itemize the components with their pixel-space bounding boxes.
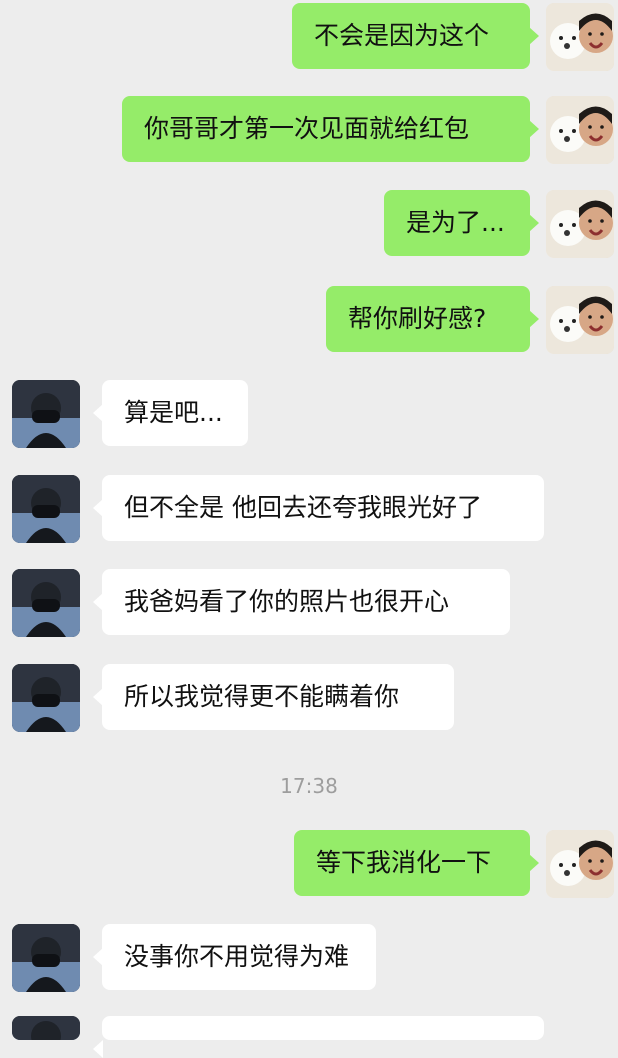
message-timestamp: 17:38 (280, 774, 338, 798)
received-message-bubble[interactable]: 但不全是 他回去还夸我眼光好了 (93, 475, 544, 541)
my-avatar[interactable] (546, 3, 614, 71)
message-row-received: 算是吧... (0, 380, 618, 448)
received-message-bubble[interactable]: 所以我觉得更不能瞒着你 (93, 664, 454, 730)
message-row-received: 我爸妈看了你的照片也很开心 (0, 569, 618, 637)
contact-avatar[interactable] (12, 924, 80, 992)
received-message-bubble[interactable]: 我爸妈看了你的照片也很开心 (93, 569, 510, 635)
contact-avatar[interactable] (12, 380, 80, 448)
dog-and-girl-selfie-icon (546, 3, 614, 71)
contact-avatar[interactable] (12, 1016, 80, 1040)
dog-and-girl-selfie-icon (546, 286, 614, 354)
message-row-sent: 不会是因为这个 (0, 3, 618, 71)
received-message-bubble[interactable]: 没事你不用觉得为难 (93, 924, 376, 990)
message-row-sent: 是为了... (0, 190, 618, 258)
sent-message-bubble[interactable]: 你哥哥才第一次见面就给红包 (122, 96, 539, 162)
message-row-received: 但不全是 他回去还夸我眼光好了 (0, 475, 618, 543)
message-row-sent: 帮你刷好感? (0, 286, 618, 354)
contact-avatar[interactable] (12, 569, 80, 637)
sent-message-bubble[interactable]: 帮你刷好感? (326, 286, 539, 352)
masked-person-icon (12, 380, 80, 448)
sent-message-bubble[interactable]: 不会是因为这个 (292, 3, 539, 69)
my-avatar[interactable] (546, 96, 614, 164)
received-message-bubble-partial[interactable] (93, 1016, 544, 1058)
message-row-sent: 你哥哥才第一次见面就给红包 (0, 96, 618, 164)
masked-person-icon (12, 1016, 80, 1040)
contact-avatar[interactable] (12, 664, 80, 732)
my-avatar[interactable] (546, 286, 614, 354)
message-row-received-partial (0, 1016, 618, 1058)
message-row-received: 没事你不用觉得为难 (0, 924, 618, 992)
my-avatar[interactable] (546, 830, 614, 898)
sent-message-bubble[interactable]: 等下我消化一下 (294, 830, 539, 896)
sent-message-bubble[interactable]: 是为了... (384, 190, 539, 256)
masked-person-icon (12, 664, 80, 732)
contact-avatar[interactable] (12, 475, 80, 543)
received-message-bubble[interactable]: 算是吧... (93, 380, 248, 446)
masked-person-icon (12, 475, 80, 543)
dog-and-girl-selfie-icon (546, 96, 614, 164)
message-row-sent: 等下我消化一下 (0, 830, 618, 898)
my-avatar[interactable] (546, 190, 614, 258)
message-row-received: 所以我觉得更不能瞒着你 (0, 664, 618, 732)
dog-and-girl-selfie-icon (546, 190, 614, 258)
masked-person-icon (12, 924, 80, 992)
masked-person-icon (12, 569, 80, 637)
chat-view: 不会是因为这个 你哥哥才第一次见面就给红包 是为了... 帮你刷好感? 算是吧.… (0, 0, 618, 1058)
dog-and-girl-selfie-icon (546, 830, 614, 898)
